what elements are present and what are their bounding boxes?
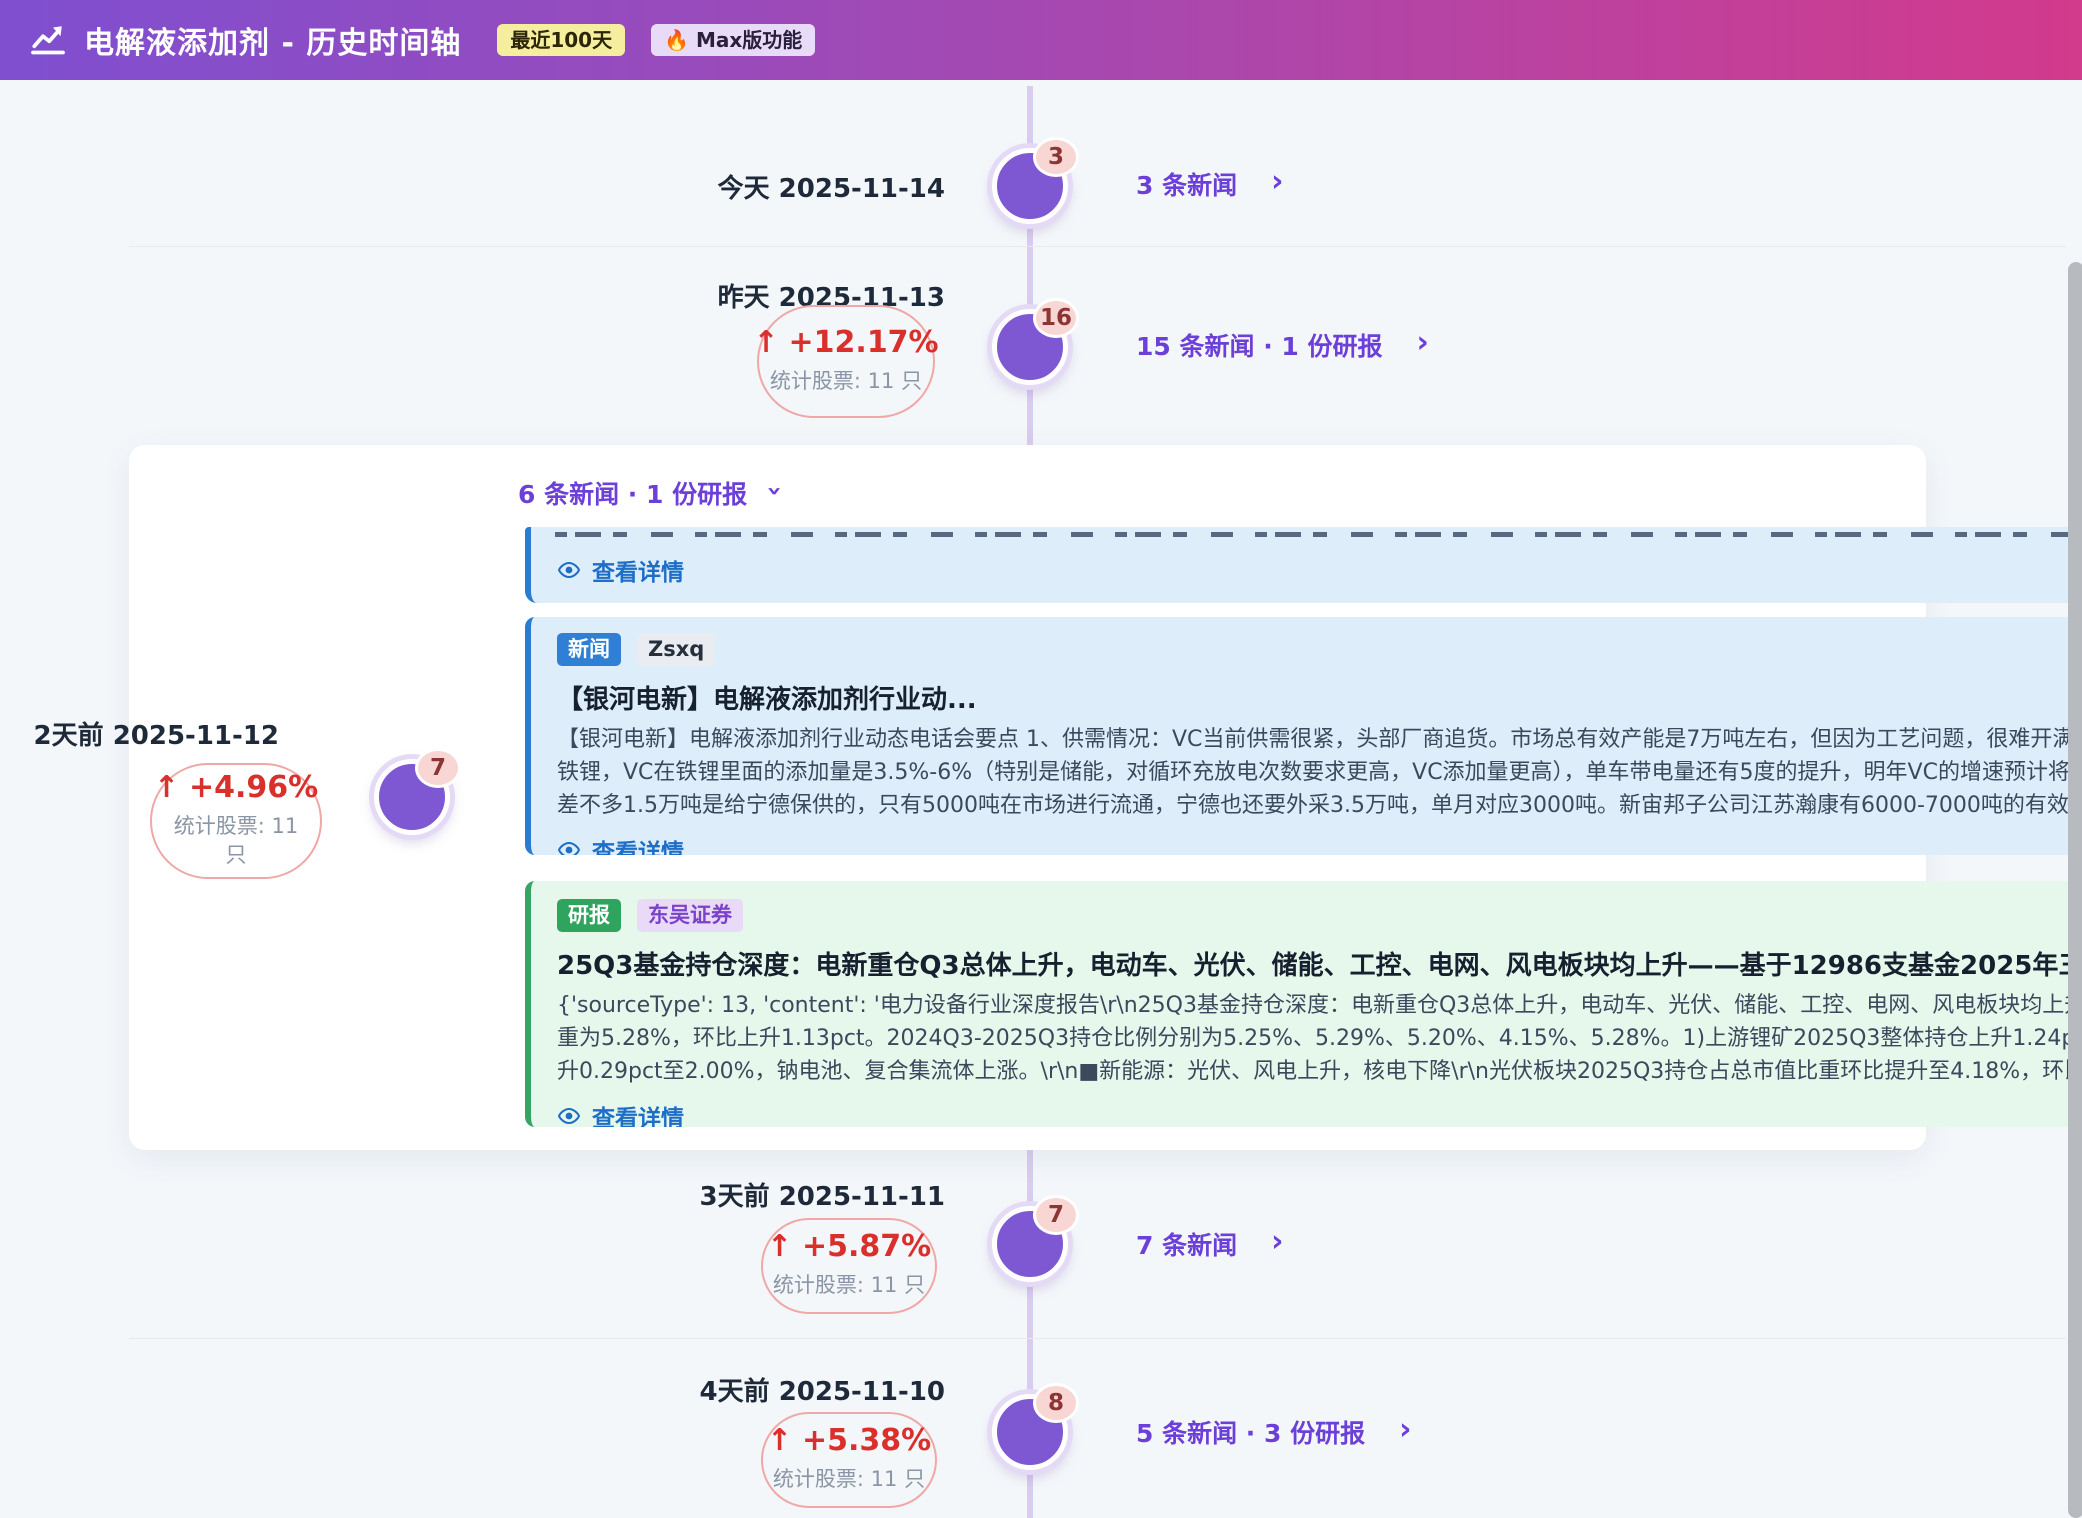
count-badge: 3 xyxy=(1033,137,1079,177)
tag-row: 新闻 Zsxq xyxy=(557,633,2082,666)
news-card-clipped[interactable]: 查看详情 xyxy=(525,527,2082,603)
count-badge: 8 xyxy=(1033,1383,1079,1423)
count-badge: 7 xyxy=(1033,1195,1079,1235)
chevron-right-icon: › xyxy=(1399,1415,1411,1445)
arrow-up-icon: ↑ xyxy=(767,1426,792,1456)
timeline-node[interactable]: 7 xyxy=(992,1206,1068,1282)
view-detail-link[interactable]: 查看详情 xyxy=(557,833,2082,855)
news-card-list: 查看详情 新闻 Zsxq 【银河电新】电解液添加剂行业动... 【银河电新】电解… xyxy=(525,527,2082,1127)
timeline-node[interactable]: 16 xyxy=(992,309,1068,385)
view-detail-label: 查看详情 xyxy=(592,833,684,855)
stocks-count: 统计股票: 11 只 xyxy=(770,367,922,395)
date-label: 4天前 2025-11-10 xyxy=(685,1371,945,1408)
view-detail-label: 查看详情 xyxy=(592,553,684,587)
card-title: 25Q3基金持仓深度：电新重仓Q3总体上升，电动车、光伏、储能、工控、电网、风电… xyxy=(557,945,2082,982)
change-value: +4.96% xyxy=(189,773,318,803)
stats-pill: ↑ +5.87% 统计股票: 11 只 xyxy=(761,1218,937,1314)
body-line: 升0.29pct至2.00%，钠电池、复合集流体上涨。\r\n■新能源：光伏、风… xyxy=(557,1055,2082,1088)
body-line: 铁锂，VC在铁锂里面的添加量是3.5%-6%（特别是储能，对循环充放电次数要求更… xyxy=(557,756,2082,789)
count-badge: 16 xyxy=(1033,298,1079,338)
page-header: 电解液添加剂 - 历史时间轴 最近100天 🔥 Max版功能 xyxy=(0,0,2082,80)
stocks-count: 统计股票: 11 只 xyxy=(173,812,299,869)
timeline-node[interactable]: 3 xyxy=(992,148,1068,224)
chevron-right-icon: › xyxy=(1271,1227,1283,1257)
clipped-text-fragment xyxy=(555,532,2082,537)
arrow-up-icon: ↑ xyxy=(753,328,778,358)
stats-pill: ↑ +5.38% 统计股票: 11 只 xyxy=(761,1412,937,1508)
timeline-node[interactable]: 8 xyxy=(992,1394,1068,1470)
date-range-badge: 最近100天 xyxy=(497,24,625,56)
date-label: 3天前 2025-11-11 xyxy=(685,1176,945,1213)
body-line: {'sourceType': 13, 'content': '电力设备行业深度报… xyxy=(557,989,2082,1022)
news-count-link[interactable]: 7 条新闻 › xyxy=(1136,1226,1283,1262)
change-value: +5.87% xyxy=(802,1232,931,1262)
row-divider xyxy=(129,246,2066,247)
eye-icon xyxy=(557,1104,581,1127)
date-label: 2天前 2025-11-12 xyxy=(19,715,279,752)
report-type-tag: 研报 xyxy=(557,899,621,932)
source-tag: 东吴证券 xyxy=(637,899,743,932)
news-card[interactable]: 新闻 Zsxq 【银河电新】电解液添加剂行业动... 【银河电新】电解液添加剂行… xyxy=(525,617,2082,855)
news-count-link[interactable]: 15 条新闻 · 1 份研报 › xyxy=(1136,327,1429,363)
max-feature-badge: 🔥 Max版功能 xyxy=(651,24,815,56)
news-count-label: 3 条新闻 xyxy=(1136,166,1237,202)
change-percent: ↑ +5.87% xyxy=(767,1232,931,1262)
card-body: {'sourceType': 13, 'content': '电力设备行业深度报… xyxy=(557,989,2082,1088)
panel-summary-toggle[interactable]: 6 条新闻 · 1 份研报 › xyxy=(518,475,780,511)
change-value: +12.17% xyxy=(789,328,939,358)
expanded-day-panel: 2天前 2025-11-12 ↑ +4.96% 统计股票: 11 只 7 6 条… xyxy=(129,445,1926,1150)
news-type-tag: 新闻 xyxy=(557,633,621,666)
stocks-count: 统计股票: 11 只 xyxy=(773,1465,925,1493)
chevron-down-icon: › xyxy=(759,486,789,497)
arrow-up-icon: ↑ xyxy=(767,1232,792,1262)
stats-pill: ↑ +12.17% 统计股票: 11 只 xyxy=(757,305,935,418)
chevron-right-icon: › xyxy=(1271,167,1283,197)
body-line: 【银河电新】电解液添加剂行业动态电话会要点 1、供需情况：VC当前供需很紧，头部… xyxy=(557,723,2082,756)
view-detail-link[interactable]: 查看详情 xyxy=(557,553,2082,587)
change-percent: ↑ +12.17% xyxy=(753,328,938,358)
body-line: 重为5.28%，环比上升1.13pct。2024Q3-2025Q3持仓比例分别为… xyxy=(557,1022,2082,1055)
change-percent: ↑ +4.96% xyxy=(154,773,318,803)
timeline-page: 电解液添加剂 - 历史时间轴 最近100天 🔥 Max版功能 今天 2025-1… xyxy=(0,0,2082,1518)
news-count-link[interactable]: 3 条新闻 › xyxy=(1136,166,1283,202)
row-divider xyxy=(129,1338,2066,1339)
flame-icon: 🔥 xyxy=(664,30,689,50)
stocks-count: 统计股票: 11 只 xyxy=(773,1271,925,1299)
change-value: +5.38% xyxy=(802,1426,931,1456)
timeline-node[interactable]: 7 xyxy=(374,759,450,835)
page-title: 电解液添加剂 - 历史时间轴 xyxy=(84,18,461,62)
view-detail-label: 查看详情 xyxy=(592,1099,684,1127)
arrow-up-icon: ↑ xyxy=(154,773,179,803)
eye-icon xyxy=(557,558,581,582)
count-badge: 7 xyxy=(415,748,461,788)
date-label: 今天 2025-11-14 xyxy=(685,168,945,205)
source-tag: Zsxq xyxy=(637,633,715,666)
card-body: 【银河电新】电解液添加剂行业动态电话会要点 1、供需情况：VC当前供需很紧，头部… xyxy=(557,723,2082,822)
max-feature-label: Max版功能 xyxy=(696,30,802,50)
news-count-label: 7 条新闻 xyxy=(1136,1226,1237,1262)
eye-icon xyxy=(557,838,581,855)
stats-pill: ↑ +4.96% 统计股票: 11 只 xyxy=(150,763,322,879)
tag-row: 研报 东吴证券 xyxy=(557,899,2082,932)
news-count-link[interactable]: 5 条新闻 · 3 份研报 › xyxy=(1136,1414,1411,1450)
report-card[interactable]: 研报 东吴证券 25Q3基金持仓深度：电新重仓Q3总体上升，电动车、光伏、储能、… xyxy=(525,881,2082,1127)
chevron-right-icon: › xyxy=(1417,328,1429,358)
view-detail-link[interactable]: 查看详情 xyxy=(557,1099,2082,1127)
change-percent: ↑ +5.38% xyxy=(767,1426,931,1456)
panel-summary-label: 6 条新闻 · 1 份研报 xyxy=(518,475,747,511)
news-count-label: 5 条新闻 · 3 份研报 xyxy=(1136,1414,1365,1450)
news-count-label: 15 条新闻 · 1 份研报 xyxy=(1136,327,1383,363)
vertical-scrollbar[interactable] xyxy=(2068,262,2082,1518)
line-chart-icon xyxy=(28,20,68,60)
body-line: 差不多1.5万吨是给宁德保供的，只有5000吨在市场进行流通，宁德也还要外采3.… xyxy=(557,789,2082,822)
card-title: 【银河电新】电解液添加剂行业动... xyxy=(557,679,2082,716)
